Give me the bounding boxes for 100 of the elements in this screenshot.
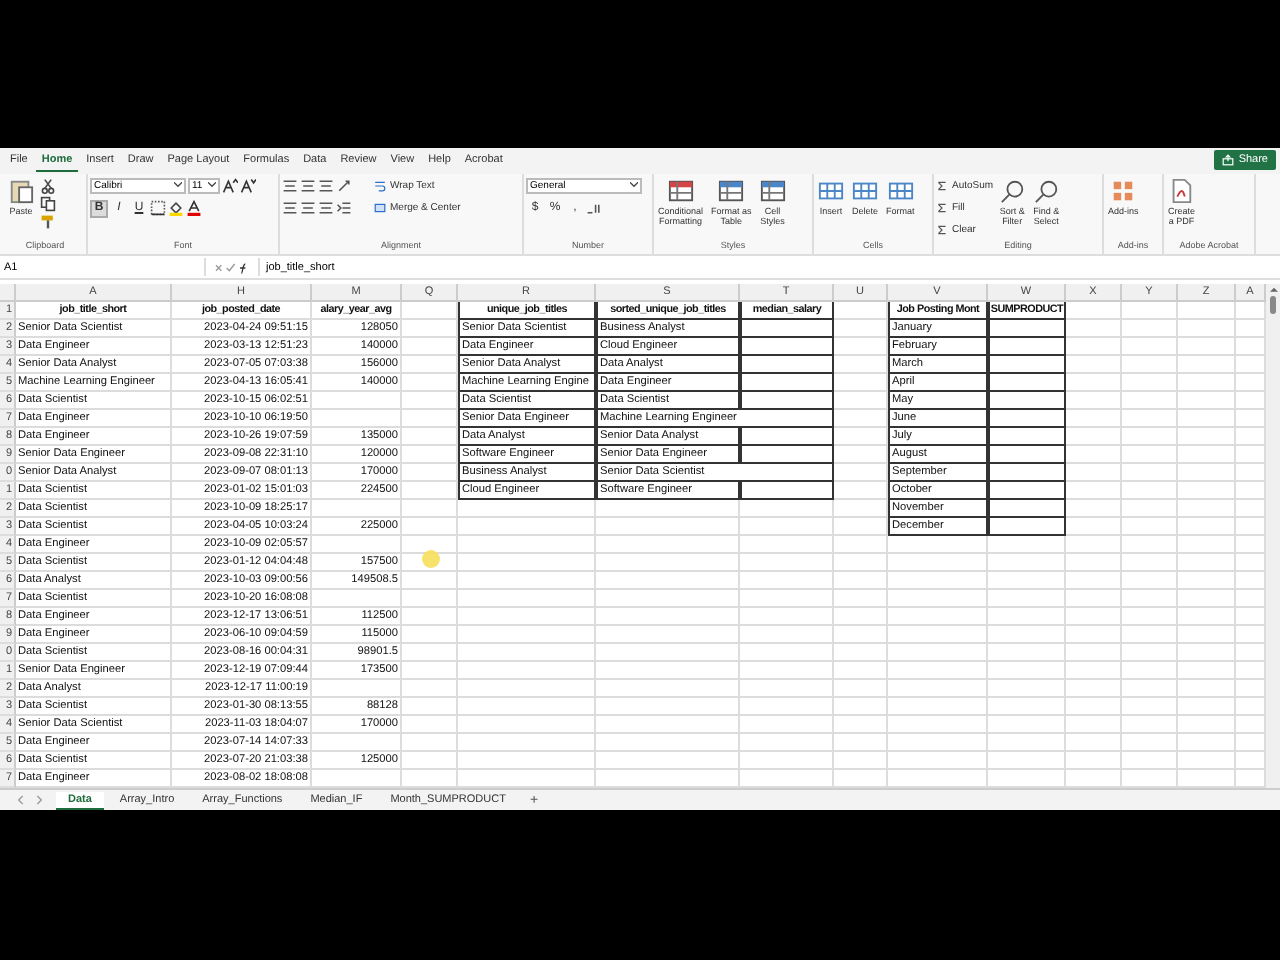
empty-cell [988, 410, 1066, 429]
empty-cell [1122, 482, 1178, 501]
empty-cell [458, 608, 596, 627]
merge-icon [374, 201, 386, 213]
empty-cell [458, 734, 596, 753]
empty-cell [402, 662, 458, 681]
caret-icon [208, 182, 216, 188]
empty-cell [1066, 464, 1122, 483]
empty-cell [834, 698, 888, 717]
grow-font-icon[interactable] [222, 177, 238, 193]
empty-cell [402, 446, 458, 465]
empty-cell [402, 518, 458, 537]
align-icon[interactable] [282, 199, 298, 215]
empty-cell [1178, 662, 1236, 681]
empty-cell [312, 680, 402, 699]
empty-cell [1122, 680, 1178, 699]
empty-cell [596, 590, 740, 609]
empty-cell [402, 644, 458, 663]
empty-cell [1066, 716, 1122, 735]
brush-icon[interactable] [40, 213, 56, 229]
empty-cell [988, 698, 1066, 717]
empty-cell [1122, 626, 1178, 645]
align-icon[interactable] [282, 177, 298, 193]
indent-icon[interactable] [336, 199, 352, 215]
empty-cell [988, 428, 1066, 447]
caret-icon [630, 182, 638, 188]
align-icon[interactable] [300, 199, 316, 215]
shrink-font-icon[interactable] [240, 177, 256, 193]
empty-cell [834, 374, 888, 393]
empty-cell [1066, 536, 1122, 555]
empty-cell [1066, 590, 1122, 609]
empty-cell [834, 608, 888, 627]
empty-cell [1122, 554, 1178, 573]
sigma-icon [936, 201, 948, 213]
empty-cell [1066, 734, 1122, 753]
empty-cell [740, 572, 834, 591]
empty-cell [1178, 464, 1236, 483]
cursor-highlight [422, 550, 440, 568]
search-icon [1033, 177, 1060, 203]
empty-cell [888, 572, 988, 591]
empty-cell [312, 392, 402, 411]
scroll-up-icon[interactable] [1269, 286, 1277, 293]
empty-cell [1122, 608, 1178, 627]
empty-cell [988, 716, 1066, 735]
empty-cell [740, 608, 834, 627]
empty-cell [1122, 752, 1178, 771]
empty-cell [740, 518, 834, 537]
empty-cell [458, 590, 596, 609]
empty-cell [740, 590, 834, 609]
empty-cell [740, 374, 834, 393]
empty-cell [402, 320, 458, 339]
empty-cell [458, 662, 596, 681]
empty-cell [458, 518, 596, 537]
empty-cell [596, 572, 740, 591]
font-color-icon[interactable] [186, 200, 202, 216]
empty-cell [596, 554, 740, 573]
empty-cell [834, 572, 888, 591]
align-icon[interactable] [318, 199, 334, 215]
empty-cell [988, 374, 1066, 393]
empty-cell [596, 698, 740, 717]
empty-cell [740, 716, 834, 735]
orientation-icon[interactable] [336, 177, 352, 193]
empty-cell [1066, 500, 1122, 519]
fill-color-icon[interactable] [168, 200, 184, 216]
empty-cell [402, 338, 458, 357]
empty-cell [1178, 752, 1236, 771]
empty-cell [834, 338, 888, 357]
empty-cell [1066, 626, 1122, 645]
empty-cell [402, 302, 458, 321]
empty-cell [1178, 608, 1236, 627]
share-icon [1222, 154, 1235, 167]
empty-cell [1066, 338, 1122, 357]
scroll-thumb[interactable] [1270, 296, 1276, 315]
empty-cell [402, 716, 458, 735]
empty-cell [596, 608, 740, 627]
blocks-icon [1110, 177, 1137, 203]
empty-cell [596, 680, 740, 699]
empty-cell [1178, 392, 1236, 411]
empty-cell [834, 428, 888, 447]
empty-cell [402, 680, 458, 699]
empty-cell [1066, 446, 1122, 465]
empty-cell [458, 680, 596, 699]
empty-cell [888, 626, 988, 645]
borders-icon[interactable] [150, 200, 166, 216]
empty-cell [1178, 734, 1236, 753]
copy-icon[interactable] [40, 195, 56, 211]
empty-cell [402, 698, 458, 717]
empty-cell [740, 392, 834, 411]
empty-cell [1122, 356, 1178, 375]
empty-cell [1178, 536, 1236, 555]
empty-cell [740, 644, 834, 663]
empty-cell [988, 626, 1066, 645]
wrap-icon [374, 179, 386, 191]
empty-cell [988, 536, 1066, 555]
decimal-icon[interactable] [586, 200, 602, 216]
align-icon[interactable] [300, 177, 316, 193]
empty-cell [988, 608, 1066, 627]
empty-cell [988, 356, 1066, 375]
align-icon[interactable] [318, 177, 334, 193]
cut-icon[interactable] [40, 177, 56, 193]
